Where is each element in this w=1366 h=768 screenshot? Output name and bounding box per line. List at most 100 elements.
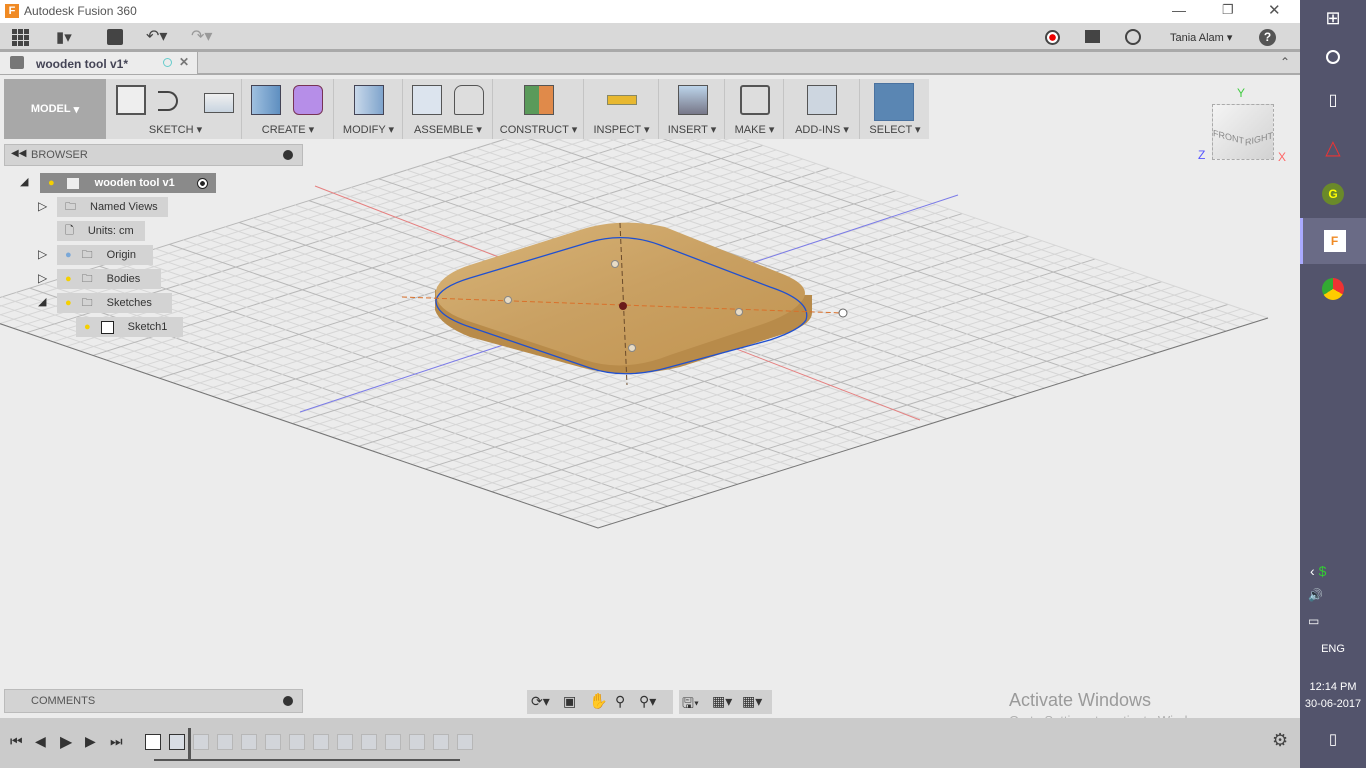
step-forward-icon[interactable]: ▶ (85, 733, 96, 750)
timeline-feature-icon[interactable] (457, 734, 473, 750)
offset-plane-icon[interactable] (524, 85, 554, 115)
pan-hand-icon[interactable]: ✋ (589, 692, 608, 710)
job-status-clock-icon[interactable] (1125, 29, 1141, 45)
add-comment-icon[interactable] (283, 696, 293, 706)
origin-point[interactable] (619, 302, 627, 310)
lightbulb-icon[interactable]: ● (48, 177, 55, 189)
play-icon[interactable]: ▶ (60, 732, 72, 752)
windows-start-icon[interactable]: ⊞ (1300, 8, 1366, 29)
timeline-feature-icon[interactable] (433, 734, 449, 750)
timeline-feature-icon[interactable] (361, 734, 377, 750)
timeline-feature-icon[interactable] (145, 734, 161, 750)
lightbulb-icon[interactable]: ● (65, 297, 72, 309)
activate-radio-icon[interactable] (197, 177, 208, 189)
clock-date[interactable]: 30-06-2017 (1300, 698, 1366, 710)
collapse-chevron-icon[interactable]: ⌃ (1280, 55, 1290, 69)
document-tab[interactable]: wooden tool v1* ✕ (0, 52, 198, 74)
comments-panel[interactable]: COMMENTS (4, 689, 303, 713)
collapse-browser-icon[interactable]: ◀◀ (11, 148, 26, 159)
help-icon[interactable]: ? (1259, 29, 1276, 46)
select-menu[interactable]: SELECT ▾ (861, 123, 929, 136)
timeline-feature-icon[interactable] (169, 734, 185, 750)
apps-grid-icon[interactable] (12, 29, 29, 46)
modify-menu[interactable]: MODIFY ▾ (335, 123, 402, 136)
display-settings-icon[interactable]: 🖫▾ (682, 693, 699, 717)
undo-icon[interactable]: ↶▾ (146, 26, 167, 46)
construct-group[interactable]: CONSTRUCT ▾ (494, 79, 584, 139)
save-icon[interactable] (107, 29, 123, 45)
orbit-icon[interactable]: ⟳▾ (531, 693, 550, 710)
timeline-feature-icon[interactable] (193, 734, 209, 750)
fit-icon[interactable]: ⚲▾ (639, 693, 656, 710)
sketch-menu[interactable]: SKETCH ▾ (110, 123, 241, 136)
clock-time[interactable]: 12:14 PM (1300, 681, 1366, 693)
timeline-settings-gear-icon[interactable]: ⚙ (1272, 730, 1288, 751)
grid-settings-icon[interactable]: ▦▾ (712, 693, 732, 710)
insert-image-icon[interactable] (678, 85, 708, 115)
timeline-marker[interactable] (188, 728, 191, 760)
viewports-icon[interactable]: ▦▾ (742, 693, 762, 710)
sketch-point[interactable] (838, 308, 848, 318)
browser-panel-header[interactable]: ◀◀ BROWSER (4, 144, 303, 166)
form-icon[interactable] (293, 85, 323, 115)
timeline-feature-icon[interactable] (265, 734, 281, 750)
timeline-feature-icon[interactable] (289, 734, 305, 750)
wooden-plate-body[interactable] (401, 222, 848, 386)
go-to-start-icon[interactable]: ⏮ (10, 733, 23, 750)
lightbulb-icon[interactable]: ● (84, 321, 91, 333)
select-group[interactable]: SELECT ▾ (861, 79, 929, 139)
file-menu-icon[interactable]: ▮▾ (56, 28, 72, 46)
create-group[interactable]: CREATE ▾ (243, 79, 334, 139)
inspect-menu[interactable]: INSPECT ▾ (585, 123, 658, 136)
record-icon[interactable] (1045, 30, 1060, 45)
tree-item-units[interactable]: 🗋 Units: cm (57, 221, 145, 241)
3d-print-icon[interactable] (740, 85, 770, 115)
battery-icon[interactable]: ▭ (1300, 614, 1366, 628)
insert-menu[interactable]: INSERT ▾ (660, 123, 724, 136)
browser-minimize-icon[interactable] (283, 150, 293, 160)
sketch-point[interactable] (611, 260, 619, 268)
comments-icon[interactable] (1085, 30, 1100, 43)
redo-icon[interactable]: ↷▾ (191, 26, 212, 46)
assemble-group[interactable]: ASSEMBLE ▾ (404, 79, 493, 139)
expand-toggle-icon[interactable]: ◢ (38, 295, 46, 308)
show-hidden-icons[interactable]: ‹ $ (1300, 563, 1366, 579)
close-button[interactable]: ✕ (1268, 1, 1281, 19)
timeline-feature-icon[interactable] (217, 734, 233, 750)
sketch-point[interactable] (504, 296, 512, 304)
rectangle-icon[interactable] (204, 93, 234, 113)
expand-toggle-icon[interactable]: ▷ (38, 247, 47, 261)
fusion-taskbar-icon[interactable]: F (1300, 218, 1366, 264)
insert-group[interactable]: INSERT ▾ (660, 79, 725, 139)
minimize-button[interactable]: — (1172, 2, 1186, 18)
user-menu[interactable]: Tania Alam ▾ (1170, 31, 1232, 44)
look-at-icon[interactable]: ▣ (563, 693, 576, 710)
press-pull-icon[interactable] (354, 85, 384, 115)
go-to-end-icon[interactable]: ⏭ (110, 733, 123, 750)
modify-group[interactable]: MODIFY ▾ (335, 79, 403, 139)
create-menu[interactable]: CREATE ▾ (243, 123, 333, 136)
timeline-feature-icon[interactable] (337, 734, 353, 750)
tree-item-sketch1[interactable]: ● Sketch1 (76, 317, 183, 337)
tree-item-bodies[interactable]: ● 🗀 Bodies (57, 269, 161, 289)
timeline-feature-icon[interactable] (409, 734, 425, 750)
viewcube[interactable]: Y FRONT RIGHT Z X (1195, 86, 1290, 168)
expand-toggle-icon[interactable]: ◢ (20, 175, 28, 188)
sketch-point[interactable] (735, 308, 743, 316)
language-indicator[interactable]: ENG (1300, 643, 1366, 655)
cortana-search-icon[interactable] (1300, 50, 1366, 67)
expand-toggle-icon[interactable]: ▷ (38, 271, 47, 285)
timeline-feature-icon[interactable] (241, 734, 257, 750)
step-back-icon[interactable]: ◀ (35, 733, 46, 750)
volume-icon[interactable]: 🔊 (1300, 588, 1366, 602)
workspace-switcher[interactable]: MODEL ▾ (4, 79, 106, 139)
construct-menu[interactable]: CONSTRUCT ▾ (494, 123, 583, 136)
lightbulb-icon[interactable]: ● (65, 273, 72, 285)
arc-icon[interactable] (158, 91, 178, 111)
sketch-group[interactable]: SKETCH ▾ (110, 79, 242, 139)
tree-item-sketches[interactable]: ● 🗀 Sketches (57, 293, 172, 313)
tree-item-root[interactable]: ● wooden tool v1 (40, 173, 216, 193)
select-tool-icon[interactable] (874, 83, 914, 121)
addins-menu[interactable]: ADD-INS ▾ (785, 123, 859, 136)
action-center-icon[interactable]: ▯ (1300, 730, 1366, 748)
